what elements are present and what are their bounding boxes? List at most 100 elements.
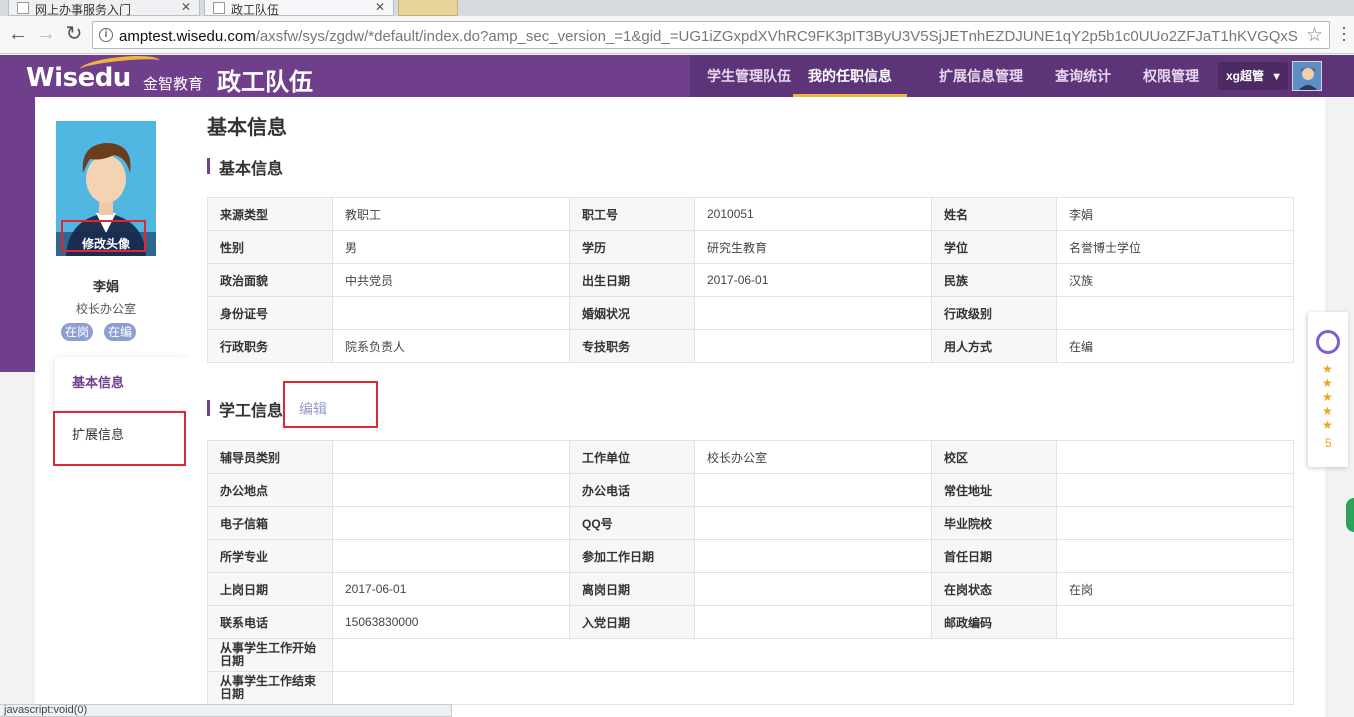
url-text[interactable]: amptest.wisedu.com/axsfw/sys/zgdw/*defau… bbox=[119, 28, 1299, 45]
user-dropdown[interactable]: xg超管 ▼ bbox=[1218, 62, 1288, 90]
nav-student-team[interactable]: 学生管理队伍 bbox=[707, 55, 791, 97]
field-value bbox=[332, 539, 570, 573]
info-icon[interactable]: i bbox=[99, 28, 113, 42]
page-icon bbox=[17, 2, 29, 14]
main-content: 基本信息 基本信息 来源类型 教职工 职工号 2010051 姓名 李娟 性别男学历 研究生教… bbox=[191, 97, 1325, 717]
wisedu-logo: Wisedu bbox=[26, 52, 161, 93]
field-value bbox=[1056, 473, 1294, 507]
field-value: 名誉博士学位 bbox=[1056, 230, 1294, 264]
field-label: 参加工作日期 bbox=[569, 539, 695, 573]
field-label: 所学专业 bbox=[207, 539, 333, 573]
table-row: 辅导员类别 工作单位 校长办公室 校区 bbox=[207, 440, 1294, 474]
forward-arrow-icon[interactable]: → bbox=[34, 23, 58, 47]
star-icon: ★ bbox=[1322, 376, 1333, 390]
close-icon[interactable]: ✕ bbox=[375, 0, 385, 14]
table-row: 身份证号 婚姻状况 行政级别 bbox=[207, 296, 1294, 330]
field-label: 民族 bbox=[931, 263, 1057, 297]
nav-ext-info[interactable]: 扩展信息管理 bbox=[939, 55, 1023, 97]
field-label: 离岗日期 bbox=[569, 572, 695, 606]
field-label: 出生日期 bbox=[569, 263, 695, 297]
profile-name: 李娟 bbox=[92, 279, 119, 294]
field-value bbox=[694, 539, 932, 573]
page-icon bbox=[213, 2, 225, 14]
field-value: 在岗 bbox=[1056, 572, 1294, 606]
new-tab-button[interactable] bbox=[398, 0, 458, 16]
field-value: 2017-06-01 bbox=[332, 572, 570, 606]
star-icon: ★ bbox=[1322, 362, 1333, 376]
field-value: 在编 bbox=[1056, 329, 1294, 363]
field-label: 常住地址 bbox=[931, 473, 1057, 507]
field-value bbox=[332, 638, 1294, 672]
nav-query-stats[interactable]: 查询统计 bbox=[1055, 55, 1111, 97]
field-label: 来源类型 bbox=[207, 197, 333, 231]
field-label: 学历 bbox=[569, 230, 695, 264]
field-label: 性别 bbox=[207, 230, 333, 264]
field-label: 职工号 bbox=[569, 197, 695, 231]
field-label: 姓名 bbox=[931, 197, 1057, 231]
back-arrow-icon[interactable]: ← bbox=[6, 23, 30, 47]
field-label: 婚姻状况 bbox=[569, 296, 695, 330]
table-row: 政治面貌 中共党员 出生日期 2017-06-01 民族 汉族 bbox=[207, 263, 1294, 297]
field-value bbox=[694, 329, 932, 363]
highlight-box bbox=[53, 411, 186, 466]
app-header: Wisedu 金智教育 政工队伍 学生管理队伍 我的任职信息 扩展信息管理 查询… bbox=[0, 52, 1354, 97]
field-label: 校区 bbox=[931, 440, 1057, 474]
status-badge: 在编 bbox=[104, 323, 137, 341]
profile-sidebar: 修改头像 李娟 校长办公室 在岗 在编 基本信息 扩展信息 bbox=[35, 97, 191, 717]
highlight-box bbox=[283, 381, 378, 428]
rating-widget[interactable]: ★ ★ ★ ★ ★ 5 bbox=[1308, 312, 1348, 467]
field-value bbox=[332, 671, 1294, 705]
field-value bbox=[694, 506, 932, 540]
browser-tab-title: 政工队伍 bbox=[231, 3, 280, 16]
field-label: 办公电话 bbox=[569, 473, 695, 507]
field-value bbox=[694, 572, 932, 606]
field-label: 上岗日期 bbox=[207, 572, 333, 606]
avatar[interactable] bbox=[1292, 61, 1322, 91]
field-value: 李娟 bbox=[1056, 197, 1294, 231]
field-value: 院系负责人 bbox=[332, 329, 570, 363]
field-value: 2010051 bbox=[694, 197, 932, 231]
reload-icon[interactable]: ↻ bbox=[62, 23, 86, 47]
section-title-work: 学工信息 bbox=[207, 397, 283, 421]
widget-logo-icon[interactable] bbox=[1316, 330, 1340, 354]
field-label: 毕业院校 bbox=[931, 506, 1057, 540]
browser-tab[interactable]: 网上办事服务入门 ✕ bbox=[8, 0, 200, 16]
caret-down-icon: ▼ bbox=[1271, 71, 1282, 83]
field-label: 用人方式 bbox=[931, 329, 1057, 363]
field-label: 从事学生工作开始日期 bbox=[207, 638, 333, 672]
address-bar[interactable]: i amptest.wisedu.com/axsfw/sys/zgdw/*def… bbox=[92, 21, 1330, 49]
field-label: 学位 bbox=[931, 230, 1057, 264]
field-value bbox=[1056, 440, 1294, 474]
field-value bbox=[694, 605, 932, 639]
rating-count: 5 bbox=[1325, 436, 1332, 450]
browser-menu-icon[interactable]: · · · bbox=[1340, 18, 1348, 48]
field-label: 政治面貌 bbox=[207, 263, 333, 297]
nav-my-position[interactable]: 我的任职信息 bbox=[793, 55, 907, 97]
field-value bbox=[1056, 605, 1294, 639]
nav-permissions[interactable]: 权限管理 bbox=[1143, 55, 1199, 97]
field-value: 校长办公室 bbox=[694, 440, 932, 474]
browser-tab-active[interactable]: 政工队伍 ✕ bbox=[204, 0, 394, 16]
sidebar-tab-basic[interactable]: 基本信息 bbox=[55, 357, 191, 409]
side-green-tab[interactable] bbox=[1346, 498, 1354, 532]
table-row: 从事学生工作结束日期 bbox=[207, 671, 1294, 705]
app-title: 政工队伍 bbox=[217, 69, 313, 96]
section-title-basic: 基本信息 bbox=[207, 155, 283, 179]
highlight-box bbox=[61, 220, 146, 252]
logo-subtitle: 金智教育 bbox=[143, 76, 204, 93]
close-icon[interactable]: ✕ bbox=[181, 0, 191, 14]
field-value: 15063830000 bbox=[332, 605, 570, 639]
table-row: 行政职务 院系负责人 专技职务 用人方式 在编 bbox=[207, 329, 1294, 363]
browser-tabstrip: 网上办事服务入门 ✕ 政工队伍 ✕ bbox=[0, 0, 1354, 16]
field-label: 工作单位 bbox=[569, 440, 695, 474]
table-row: 性别男学历 研究生教育 学位 名誉博士学位 bbox=[207, 230, 1294, 264]
star-icon: ★ bbox=[1322, 404, 1333, 418]
field-label: 首任日期 bbox=[931, 539, 1057, 573]
table-row: 电子信箱 QQ号 毕业院校 bbox=[207, 506, 1294, 540]
bookmark-star-icon[interactable]: ☆ bbox=[1306, 24, 1323, 47]
browser-tab-title: 网上办事服务入门 bbox=[35, 3, 132, 16]
field-value bbox=[332, 473, 570, 507]
field-label: 从事学生工作结束日期 bbox=[207, 671, 333, 705]
field-value: 男 bbox=[332, 230, 570, 264]
status-badge: 在岗 bbox=[61, 323, 94, 341]
